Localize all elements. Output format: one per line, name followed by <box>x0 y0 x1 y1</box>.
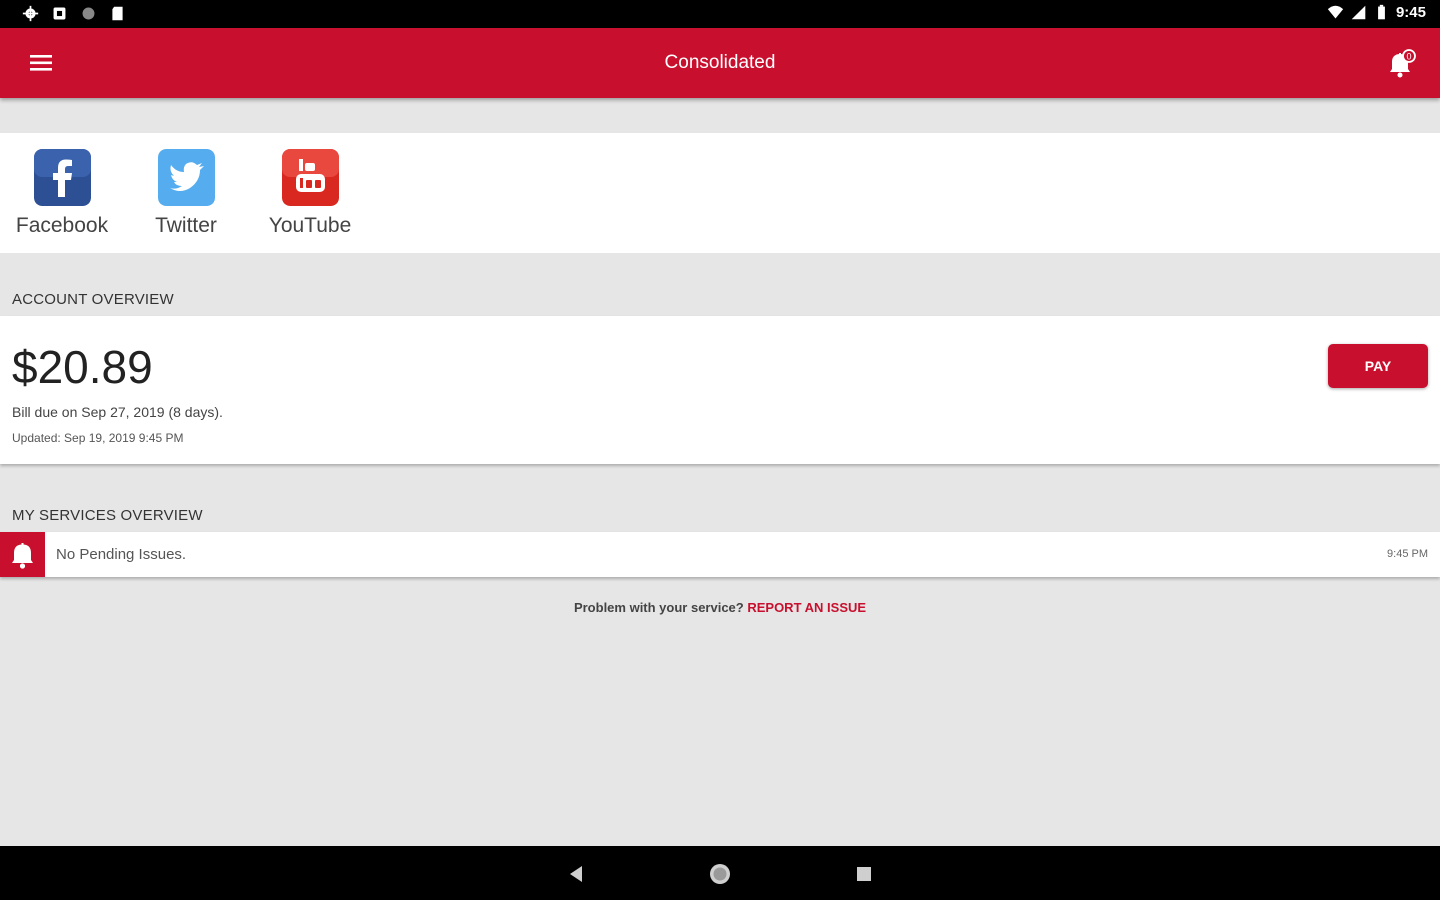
notifications-button[interactable]: 0 <box>1380 44 1420 84</box>
svg-text:0: 0 <box>1406 52 1411 62</box>
alert-badge <box>0 532 45 577</box>
bell-icon <box>12 543 33 569</box>
signal-icon <box>1351 5 1366 20</box>
bill-due-text: Bill due on Sep 27, 2019 (8 days). <box>12 404 223 420</box>
social-links-card: Facebook Twitter YouTube <box>0 133 1440 253</box>
recents-button[interactable] <box>850 860 878 888</box>
system-nav-bar <box>0 846 1440 900</box>
alert-text: No Pending Issues. <box>56 546 187 563</box>
account-overview-heading: ACCOUNT OVERVIEW <box>12 291 174 308</box>
status-time: 9:45 <box>1395 4 1426 21</box>
bell-icon: 0 <box>1390 49 1416 78</box>
sd-card-icon <box>112 6 123 21</box>
recents-icon <box>857 867 871 881</box>
twitter-link[interactable]: Twitter <box>124 149 248 238</box>
facebook-link[interactable]: Facebook <box>0 149 124 238</box>
facebook-label: Facebook <box>15 214 109 237</box>
battery-icon <box>1378 4 1385 20</box>
balance-amount: $20.89 <box>12 341 153 393</box>
wifi-icon <box>1327 5 1344 19</box>
report-issue-line: Problem with your service? REPORT AN ISS… <box>0 600 1440 615</box>
home-button[interactable] <box>706 860 734 888</box>
status-bar: 9:45 <box>0 0 1440 28</box>
pay-button[interactable]: PAY <box>1328 344 1428 388</box>
alert-time: 9:45 PM <box>1387 548 1428 560</box>
youtube-link[interactable]: YouTube <box>248 149 372 238</box>
report-prompt: Problem with your service? <box>573 600 748 615</box>
twitter-label: Twitter <box>155 214 217 237</box>
circle-icon <box>82 7 95 20</box>
app-title: Consolidated <box>664 52 776 73</box>
app-bar: Consolidated 0 <box>0 28 1440 98</box>
updated-text: Updated: Sep 19, 2019 9:45 PM <box>12 431 184 445</box>
services-overview-heading: MY SERVICES OVERVIEW <box>12 507 203 524</box>
youtube-icon <box>281 149 339 206</box>
back-icon <box>570 866 582 882</box>
facebook-icon <box>33 149 91 206</box>
home-icon <box>710 864 730 884</box>
account-overview-card: $20.89 Bill due on Sep 27, 2019 (8 days)… <box>0 316 1440 464</box>
service-alert-row[interactable]: No Pending Issues. 9:45 PM <box>0 532 1440 577</box>
youtube-label: YouTube <box>268 214 352 237</box>
settings-icon <box>22 5 39 22</box>
app-icon <box>53 7 66 20</box>
report-issue-link[interactable]: REPORT AN ISSUE <box>747 600 866 615</box>
back-button[interactable] <box>562 860 590 888</box>
twitter-icon <box>157 149 215 206</box>
status-right: 9:45 <box>1327 4 1426 21</box>
status-left-icons <box>22 5 126 22</box>
